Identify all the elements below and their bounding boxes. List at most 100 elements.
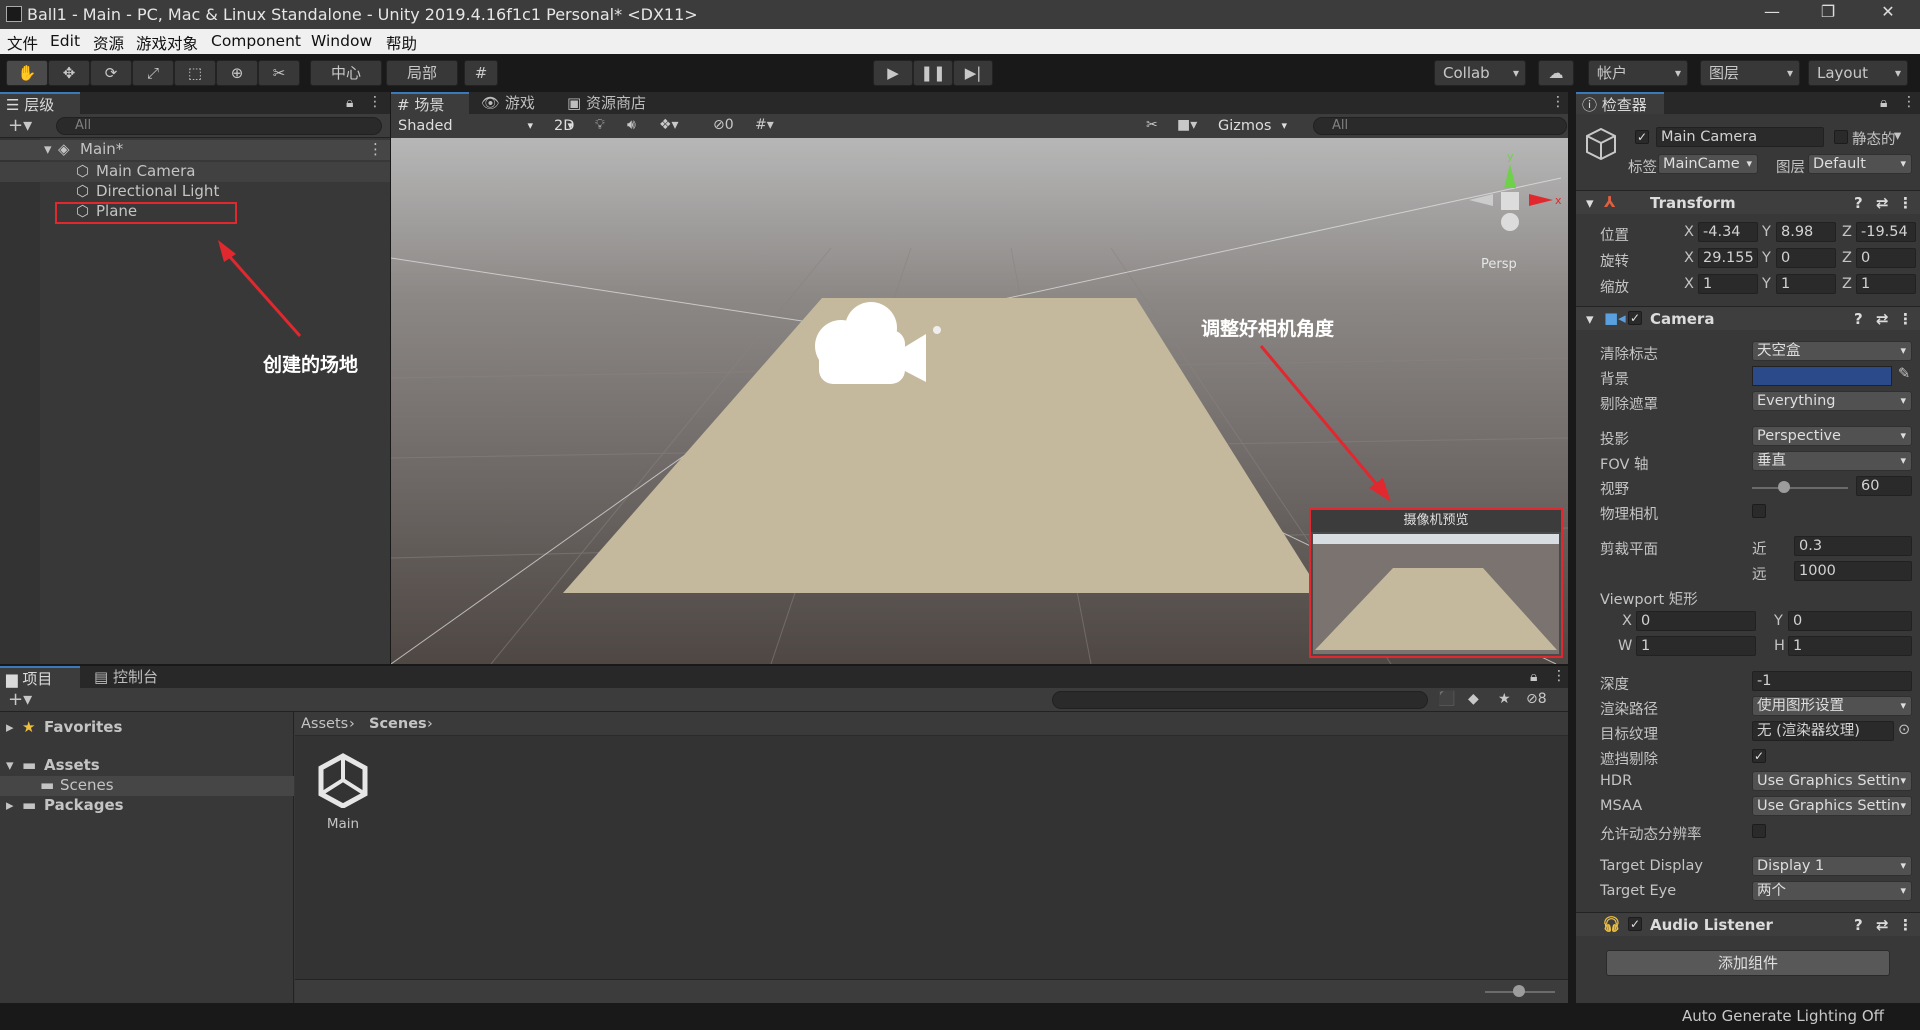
preset-icon[interactable]: ⇄ <box>1876 916 1889 934</box>
scale-tool-button[interactable]: ⤢ <box>132 60 174 86</box>
fov-slider-handle[interactable] <box>1777 481 1790 493</box>
position-x-field[interactable]: -4.34 <box>1698 222 1758 242</box>
menu-edit[interactable]: Edit <box>50 32 80 50</box>
add-object-button[interactable]: +▾ <box>8 115 32 136</box>
minimize-button[interactable]: — <box>1752 2 1792 26</box>
dynamic-resolution-checkbox[interactable] <box>1752 824 1766 838</box>
tree-item-favorites[interactable]: ▸ ★ Favorites <box>0 718 294 738</box>
add-component-button[interactable]: 添加组件 <box>1606 950 1890 976</box>
menu-gameobject[interactable]: 游戏对象 <box>136 32 198 54</box>
layout-dropdown[interactable]: Layout <box>1808 60 1908 86</box>
move-tool-button[interactable]: ✥ <box>48 60 90 86</box>
toggle-2d-button[interactable]: 2D <box>549 116 579 136</box>
effects-toggle-icon[interactable]: ❖▾ <box>659 117 679 133</box>
lock-icon[interactable]: 🔒︎ <box>1880 95 1887 111</box>
help-icon[interactable]: ? <box>1854 310 1863 328</box>
cloud-button[interactable]: ☁ <box>1538 60 1574 86</box>
target-display-dropdown[interactable]: Display 1 <box>1752 856 1912 876</box>
tab-project[interactable]: ▆ 项目 <box>0 666 80 688</box>
depth-field[interactable]: -1 <box>1752 671 1912 691</box>
scene-search-input[interactable]: All <box>1313 117 1567 135</box>
menu-component[interactable]: Component <box>211 32 301 50</box>
audio-toggle-icon[interactable]: 🔊︎ <box>627 117 636 133</box>
scale-z-field[interactable]: 1 <box>1856 274 1916 294</box>
camera-enabled-checkbox[interactable]: ✓ <box>1628 311 1642 325</box>
position-z-field[interactable]: -19.54 <box>1856 222 1916 242</box>
account-dropdown[interactable]: 帐户 <box>1588 60 1688 86</box>
menu-assets[interactable]: 资源 <box>93 32 124 54</box>
object-name-field[interactable]: Main Camera <box>1656 127 1824 147</box>
filter-type-icon[interactable]: ⬛ <box>1438 691 1455 707</box>
tab-console[interactable]: ▤ 控制台 <box>88 666 178 688</box>
play-button[interactable]: ▶ <box>873 60 913 86</box>
hand-tool-button[interactable]: ✋ <box>6 60 48 86</box>
breadcrumb-assets[interactable]: Assets <box>301 712 348 736</box>
camera-header[interactable]: ▾ ■◂ ✓ Camera ? ⇄ ⋮ <box>1576 306 1920 330</box>
static-dropdown-icon[interactable]: ▾ <box>1894 128 1901 144</box>
filter-label-icon[interactable]: ◆ <box>1468 691 1479 707</box>
lighting-toggle-icon[interactable]: 💡︎ <box>595 117 605 133</box>
scene-menu-icon[interactable]: ⋮ <box>1551 94 1565 110</box>
persp-label[interactable]: Persp <box>1481 257 1517 272</box>
collapse-icon[interactable]: ▾ <box>1586 310 1594 328</box>
scene-menu-icon[interactable]: ⋮ <box>368 140 383 158</box>
tab-asset-store[interactable]: ▣ 资源商店 <box>561 92 661 114</box>
tree-item-packages[interactable]: ▸ ▬ Packages <box>0 796 294 816</box>
hidden-packages-icon[interactable]: ⊘8 <box>1526 691 1547 707</box>
far-field[interactable]: 1000 <box>1794 561 1912 581</box>
camera-settings-icon[interactable]: ■▾ <box>1177 117 1197 133</box>
scene-expand-icon[interactable]: ▾ <box>44 140 52 158</box>
menu-icon[interactable]: ⋮ <box>1902 94 1916 110</box>
collab-dropdown[interactable]: Collab <box>1434 60 1526 86</box>
asset-main-scene[interactable]: Main <box>315 752 375 832</box>
menu-icon[interactable]: ⋮ <box>368 94 382 110</box>
rect-tool-button[interactable]: ⬚ <box>174 60 216 86</box>
maximize-button[interactable]: ❐ <box>1808 2 1848 26</box>
rotation-z-field[interactable]: 0 <box>1856 248 1916 268</box>
scale-y-field[interactable]: 1 <box>1776 274 1836 294</box>
tab-inspector[interactable]: ⓘ 检查器 <box>1576 92 1664 114</box>
tools-icon[interactable]: ✂ <box>1146 117 1158 133</box>
gizmos-dropdown[interactable]: Gizmos <box>1213 116 1293 136</box>
step-button[interactable]: ▶| <box>953 60 993 86</box>
position-y-field[interactable]: 8.98 <box>1776 222 1836 242</box>
shading-dropdown[interactable]: Shaded <box>393 116 539 136</box>
hierarchy-item-main-camera[interactable]: ⬡ Main Camera <box>0 162 390 182</box>
viewport-h-field[interactable]: 1 <box>1788 636 1912 656</box>
viewport-y-field[interactable]: 0 <box>1788 611 1912 631</box>
scene-row[interactable]: ▾ ◈ Main* ⋮ <box>0 140 390 160</box>
breadcrumb-scenes[interactable]: Scenes <box>369 712 427 736</box>
audio-listener-checkbox[interactable]: ✓ <box>1628 917 1642 931</box>
lighting-status[interactable]: Auto Generate Lighting Off <box>1682 1007 1884 1025</box>
collapse-icon[interactable]: ▾ <box>1586 194 1594 212</box>
tab-scene[interactable]: # 场景 <box>391 92 469 114</box>
object-picker-icon[interactable]: ⊙ <box>1898 722 1910 738</box>
grid-toggle-icon[interactable]: #▾ <box>755 117 774 133</box>
hierarchy-search-input[interactable]: All <box>56 117 382 135</box>
pause-button[interactable]: ❚❚ <box>913 60 953 86</box>
background-color-swatch[interactable] <box>1752 366 1892 386</box>
fov-field[interactable]: 60 <box>1856 476 1912 496</box>
transform-tool-button[interactable]: ⊕ <box>216 60 258 86</box>
favorite-icon[interactable]: ★ <box>1498 691 1511 707</box>
component-menu-icon[interactable]: ⋮ <box>1898 310 1913 328</box>
viewport-x-field[interactable]: 0 <box>1636 611 1756 631</box>
local-toggle[interactable]: 局部 <box>386 60 458 86</box>
help-icon[interactable]: ? <box>1854 194 1863 212</box>
hierarchy-item-directional-light[interactable]: ⬡ Directional Light <box>0 182 390 202</box>
expand-icon[interactable]: ▾ <box>6 756 14 774</box>
target-texture-field[interactable]: 无 (渲染器纹理) <box>1752 721 1894 741</box>
active-checkbox[interactable]: ✓ <box>1635 130 1649 144</box>
rotation-x-field[interactable]: 29.155 <box>1698 248 1758 268</box>
menu-help[interactable]: 帮助 <box>386 32 417 54</box>
near-field[interactable]: 0.3 <box>1794 536 1912 556</box>
projection-dropdown[interactable]: Perspective <box>1752 426 1912 446</box>
fov-slider-track[interactable] <box>1752 487 1848 489</box>
create-asset-button[interactable]: +▾ <box>8 689 32 710</box>
tree-item-assets[interactable]: ▾ ▬ Assets <box>0 756 294 776</box>
grid-snap-button[interactable]: # <box>464 60 498 86</box>
rendering-path-dropdown[interactable]: 使用图形设置 <box>1752 696 1912 716</box>
menu-icon[interactable]: ⋮ <box>1552 668 1566 684</box>
eyedropper-icon[interactable]: ✎ <box>1898 366 1910 382</box>
rotation-y-field[interactable]: 0 <box>1776 248 1836 268</box>
